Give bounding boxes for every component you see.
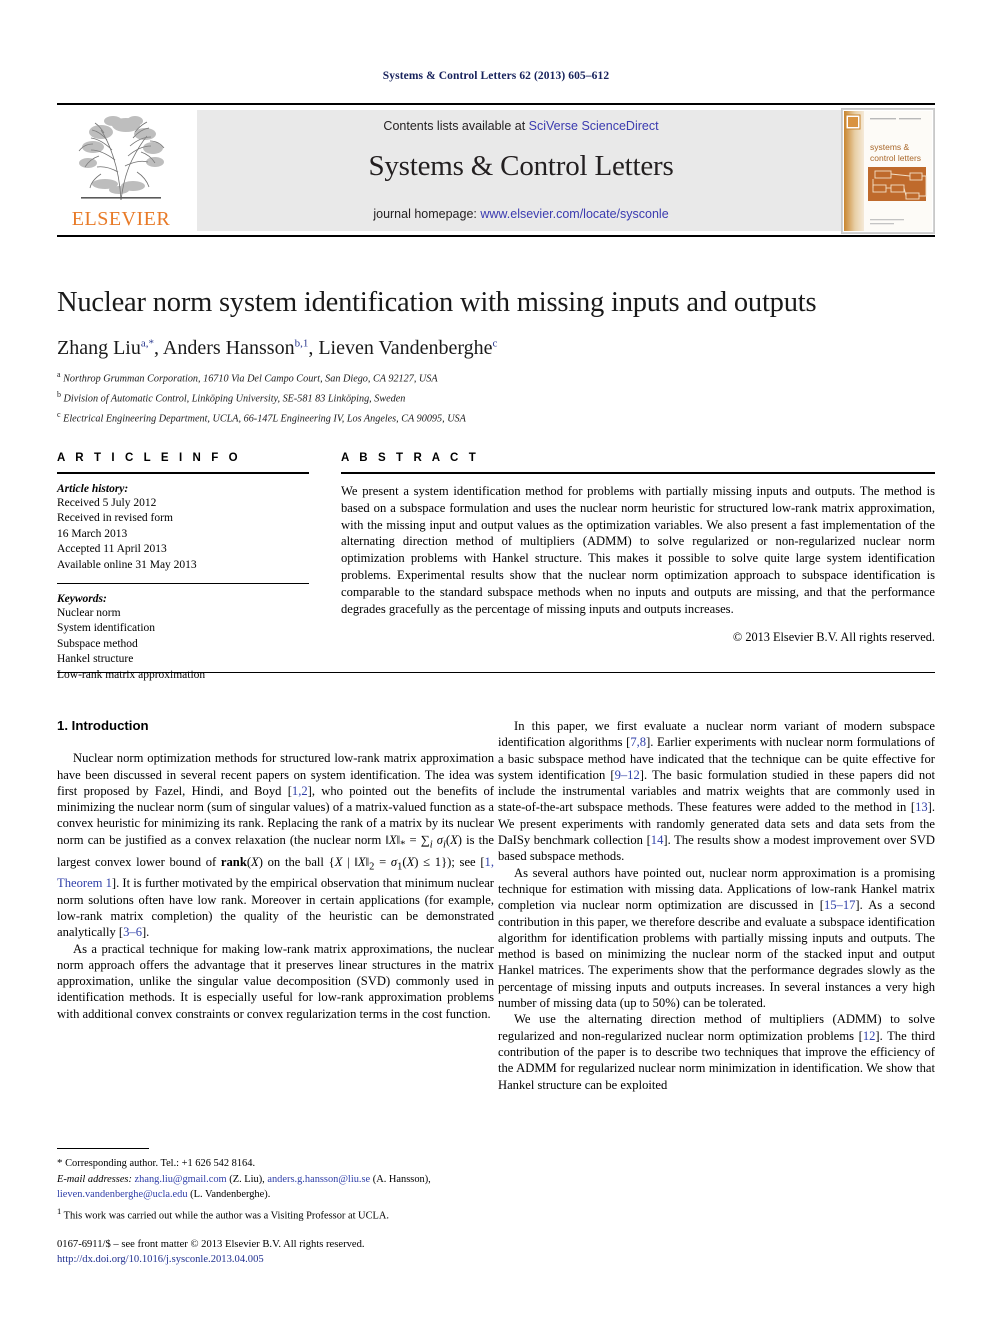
paper-title: Nuclear norm system identification with … [57, 287, 817, 318]
email-owner-2: (A. Hansson), [372, 1174, 431, 1186]
cover-title-line1: systems & [870, 142, 910, 152]
homepage-prefix: journal homepage: [373, 207, 481, 221]
doi-link[interactable]: http://dx.doi.org/10.1016/j.sysconle.201… [57, 1253, 494, 1268]
masthead-top-rule [57, 103, 935, 105]
abstract-heading: A B S T R A C T [341, 452, 480, 464]
article-history-item: Accepted 11 April 2013 [57, 543, 167, 556]
left-paragraphs: Nuclear norm optimization methods for st… [57, 750, 494, 1022]
footnote-marker-1: 1 [57, 1206, 62, 1217]
footnote-block: * Corresponding author. Tel.: +1 626 542… [57, 1156, 494, 1226]
email-owner-3: (L. Vandenberghe). [190, 1188, 271, 1200]
body-column-right: In this paper, we first evaluate a nucle… [498, 718, 935, 1093]
cover-title-line2: control letters [870, 153, 921, 163]
footnote-corresponding: * Corresponding author. Tel.: +1 626 542… [57, 1156, 494, 1171]
paper-page: Systems & Control Letters 62 (2013) 605–… [0, 0, 992, 1323]
corresponding-author-text: Corresponding author. Tel.: +1 626 542 8… [65, 1158, 256, 1169]
affiliation-line: a Northrop Grumman Corporation, 16710 Vi… [57, 370, 438, 385]
body-paragraph: As several authors have pointed out, nuc… [498, 865, 935, 1011]
elsevier-logo: ELSEVIER [57, 108, 185, 232]
article-info-heading: A R T I C L E I N F O [57, 452, 242, 464]
body-paragraph: As a practical technique for making low-… [57, 941, 494, 1021]
email-addresses-label: E-mail addresses: [57, 1174, 132, 1186]
journal-cover-thumbnail: systems & control letters [841, 108, 935, 234]
affiliation-line: c Electrical Engineering Department, UCL… [57, 409, 466, 425]
email-owner-1: (Z. Liu), [229, 1174, 265, 1186]
keywords-label: Keywords: [57, 593, 107, 606]
sciencedirect-link[interactable]: SciVerse ScienceDirect [529, 119, 659, 133]
footnote-note-1-text: This work was carried out while the auth… [63, 1210, 389, 1222]
keyword-item: Hankel structure [57, 653, 134, 666]
affiliation-list: a Northrop Grumman Corporation, 16710 Vi… [57, 367, 935, 427]
footnote-rule [57, 1148, 149, 1149]
footnote-note-1: 1 This work was carried out while the au… [57, 1204, 494, 1224]
section-heading-introduction: 1. Introduction [57, 718, 149, 733]
article-info-panel: A R T I C L E I N F O Article history: R… [57, 452, 309, 683]
copyright-line: © 2013 Elsevier B.V. All rights reserved… [732, 630, 935, 645]
journal-homepage-link[interactable]: www.elsevier.com/locate/sysconle [480, 207, 668, 221]
journal-banner: Contents lists available at SciVerse Sci… [197, 110, 845, 231]
keyword-item: Low-rank matrix approximation [57, 668, 206, 681]
journal-cover-art: systems & control letters [842, 109, 934, 233]
body-paragraph: Nuclear norm optimization methods for st… [57, 751, 494, 940]
email-link-2[interactable]: anders.g.hansson@liu.se [267, 1174, 370, 1185]
imprint-block: 0167-6911/$ – see front matter © 2013 El… [57, 1238, 494, 1267]
journal-homepage-line: journal homepage: www.elsevier.com/locat… [197, 207, 845, 221]
journal-masthead: ELSEVIER Contents lists available at Sci… [57, 108, 935, 234]
running-head: Systems & Control Letters 62 (2013) 605–… [382, 70, 610, 82]
affiliation-line: b Division of Automatic Control, Linköpi… [57, 389, 406, 405]
contents-line: Contents lists available at SciVerse Sci… [197, 119, 845, 133]
body-paragraph: We use the alternating direction method … [498, 1012, 936, 1092]
contents-prefix: Contents lists available at [383, 119, 529, 133]
article-history-item: 16 March 2013 [57, 527, 128, 540]
asterisk-marker: * [57, 1157, 63, 1169]
elsevier-wordmark: ELSEVIER [71, 208, 171, 230]
body-paragraph: In this paper, we first evaluate a nucle… [498, 719, 936, 864]
abstract-rule [341, 472, 935, 474]
abstract-bottom-rule [57, 672, 935, 673]
article-history-label: Article history: [57, 483, 129, 495]
body-column-left: 1. Introduction Nuclear norm optimizatio… [57, 718, 494, 1022]
article-history-item: Received 5 July 2012 [57, 497, 157, 509]
article-history-list: Received 5 July 2012 Received in revised … [57, 496, 309, 573]
keyword-item: System identification [57, 622, 156, 635]
article-history-item: Received in revised form [57, 512, 173, 525]
journal-title: Systems & Control Letters [368, 150, 674, 182]
abstract-panel: A B S T R A C T We present a system iden… [341, 452, 935, 645]
issn-line: 0167-6911/$ – see front matter © 2013 El… [57, 1239, 365, 1250]
article-history-item: Available online 31 May 2013 [57, 558, 197, 571]
article-info-rule [57, 472, 309, 474]
keyword-item: Subspace method [57, 637, 138, 650]
keyword-item: Nuclear norm [57, 607, 121, 620]
author-list: Zhang Liua,*, Anders Hanssonb,1, Lieven … [57, 337, 498, 359]
elsevier-tree-icon [78, 116, 165, 201]
footnote-emails: E-mail addresses: zhang.liu@gmail.com (Z… [57, 1173, 494, 1202]
right-paragraphs: In this paper, we first evaluate a nucle… [498, 718, 935, 1093]
abstract-text: We present a system identification metho… [341, 484, 935, 616]
keywords-rule [57, 583, 309, 585]
email-link-3[interactable]: lieven.vandenberghe@ucla.edu [57, 1189, 188, 1200]
masthead-bottom-rule [57, 235, 935, 237]
email-link-1[interactable]: zhang.liu@gmail.com [135, 1174, 227, 1185]
